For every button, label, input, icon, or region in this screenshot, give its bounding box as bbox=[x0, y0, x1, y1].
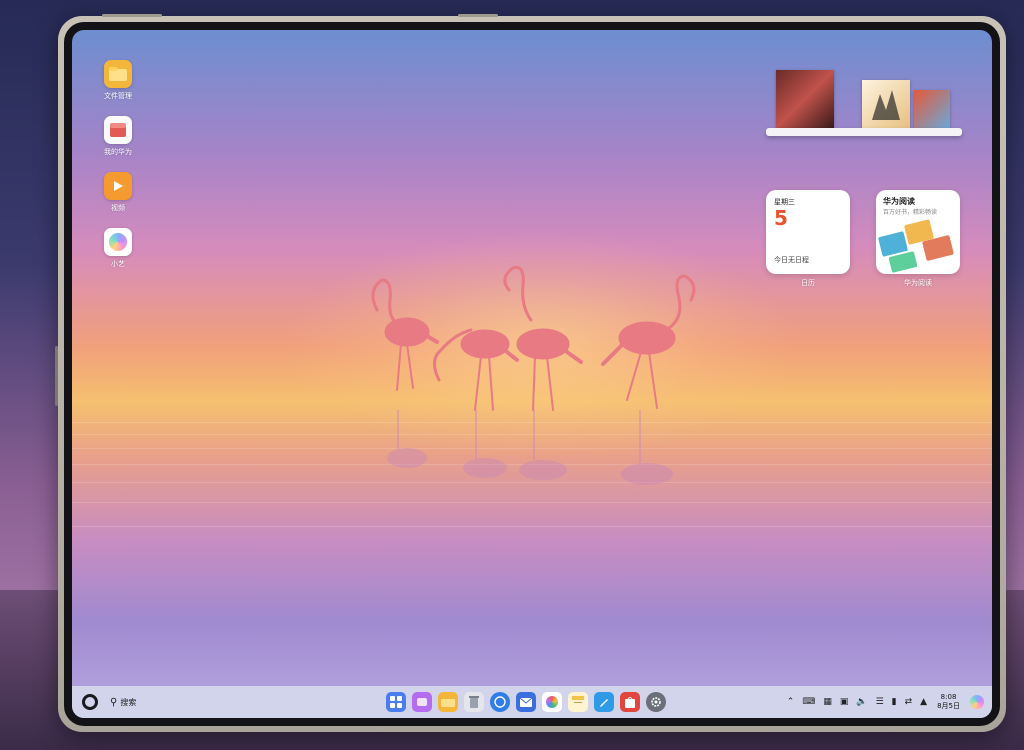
email-icon[interactable] bbox=[516, 692, 536, 712]
app-store-icon[interactable] bbox=[620, 692, 640, 712]
wifi-icon[interactable]: ☰ bbox=[876, 697, 884, 707]
video-play-icon bbox=[104, 172, 132, 200]
album-cover-2[interactable] bbox=[862, 80, 910, 128]
side-button bbox=[55, 346, 58, 406]
top-button bbox=[102, 14, 162, 17]
huawei-books-widget[interactable]: 华为阅读 百万好书，精彩畅读 bbox=[876, 190, 960, 274]
books-widget-label: 华为阅读 bbox=[904, 279, 932, 287]
chevron-up-icon[interactable]: ⌃ bbox=[787, 697, 795, 707]
start-button-icon[interactable] bbox=[82, 694, 98, 710]
taskbar: ⚲ 搜索 ⌃ ⌨ ▦ ▣ 🔈 ☰ ▮ ⇄ ▲ 8:08 8月5日 bbox=[72, 686, 992, 718]
desktop-screen: 文件管理 我的华为 视频 小艺 星期三 5 今日无日程 日历 华为阅读 百万好书… bbox=[72, 30, 992, 718]
settings-icon[interactable] bbox=[646, 692, 666, 712]
app-grid-icon[interactable] bbox=[386, 692, 406, 712]
flamingo-wallpaper bbox=[371, 265, 696, 485]
xiaoyi-assistant-icon[interactable] bbox=[970, 695, 984, 709]
calendar-widget-label: 日历 bbox=[801, 279, 815, 287]
folder-icon[interactable] bbox=[438, 692, 458, 712]
keyboard-icon[interactable]: ⌨ bbox=[802, 697, 815, 707]
flamingo-3 bbox=[503, 265, 583, 411]
trash-icon[interactable] bbox=[464, 692, 484, 712]
desktop-icon-file-manager[interactable]: 文件管理 bbox=[98, 60, 138, 101]
notification-bell-icon[interactable]: ▲ bbox=[920, 697, 927, 707]
calendar-status: 今日无日程 bbox=[774, 256, 809, 264]
input-method-icon[interactable]: ▦ bbox=[823, 697, 832, 707]
shelf-board bbox=[766, 128, 962, 136]
gallery-icon[interactable] bbox=[542, 692, 562, 712]
battery-icon[interactable]: ▮ bbox=[892, 697, 897, 707]
music-shelf-widget[interactable] bbox=[766, 66, 962, 136]
browser-icon[interactable] bbox=[490, 692, 510, 712]
dock bbox=[383, 692, 669, 712]
search-label: 搜索 bbox=[120, 697, 137, 707]
screenshot-icon[interactable]: ▣ bbox=[840, 697, 849, 707]
huawei-box-icon bbox=[104, 116, 132, 144]
books-widget-subtitle: 百万好书，精彩畅读 bbox=[883, 209, 938, 216]
multitask-icon[interactable] bbox=[412, 692, 432, 712]
system-tray: ⌃ ⌨ ▦ ▣ 🔈 ☰ ▮ ⇄ ▲ 8:08 8月5日 bbox=[783, 693, 984, 711]
calendar-widget[interactable]: 星期三 5 今日无日程 bbox=[766, 190, 850, 274]
flamingo-reflections bbox=[387, 410, 673, 485]
album-cover-1[interactable] bbox=[776, 70, 834, 128]
books-covers bbox=[877, 218, 956, 273]
xiaoyi-orb-icon bbox=[104, 228, 132, 256]
control-center-icon[interactable]: ⇄ bbox=[905, 697, 913, 707]
flamingo-2 bbox=[433, 328, 519, 411]
desktop-icon-xiaoyi[interactable]: 小艺 bbox=[98, 228, 138, 269]
taskbar-clock[interactable]: 8:08 8月5日 bbox=[937, 693, 960, 711]
clock-time: 8:08 bbox=[940, 693, 957, 701]
desktop-icon-label: 小艺 bbox=[111, 260, 125, 268]
flamingo-4 bbox=[601, 274, 696, 409]
desktop-icon-label: 视频 bbox=[111, 204, 125, 212]
taskbar-search[interactable]: ⚲ 搜索 bbox=[110, 697, 136, 708]
desktop-icon-video[interactable]: 视频 bbox=[98, 172, 138, 213]
flamingo-1 bbox=[371, 278, 439, 391]
notes-icon[interactable] bbox=[568, 692, 588, 712]
top-camera-bump bbox=[458, 14, 498, 17]
folder-icon bbox=[104, 60, 132, 88]
album-cover-3[interactable] bbox=[914, 90, 950, 128]
desktop-icon-label: 我的华为 bbox=[104, 148, 132, 156]
volume-icon[interactable]: 🔈 bbox=[856, 697, 867, 707]
desktop-icon-label: 文件管理 bbox=[104, 92, 132, 100]
pen-icon[interactable] bbox=[594, 692, 614, 712]
clock-date: 8月5日 bbox=[937, 702, 960, 710]
calendar-day: 5 bbox=[774, 206, 788, 230]
tablet-device: 文件管理 我的华为 视频 小艺 星期三 5 今日无日程 日历 华为阅读 百万好书… bbox=[55, 14, 1006, 732]
search-icon: ⚲ bbox=[110, 696, 118, 708]
desktop-icon-my-huawei[interactable]: 我的华为 bbox=[98, 116, 138, 157]
books-widget-title: 华为阅读 bbox=[883, 197, 915, 206]
